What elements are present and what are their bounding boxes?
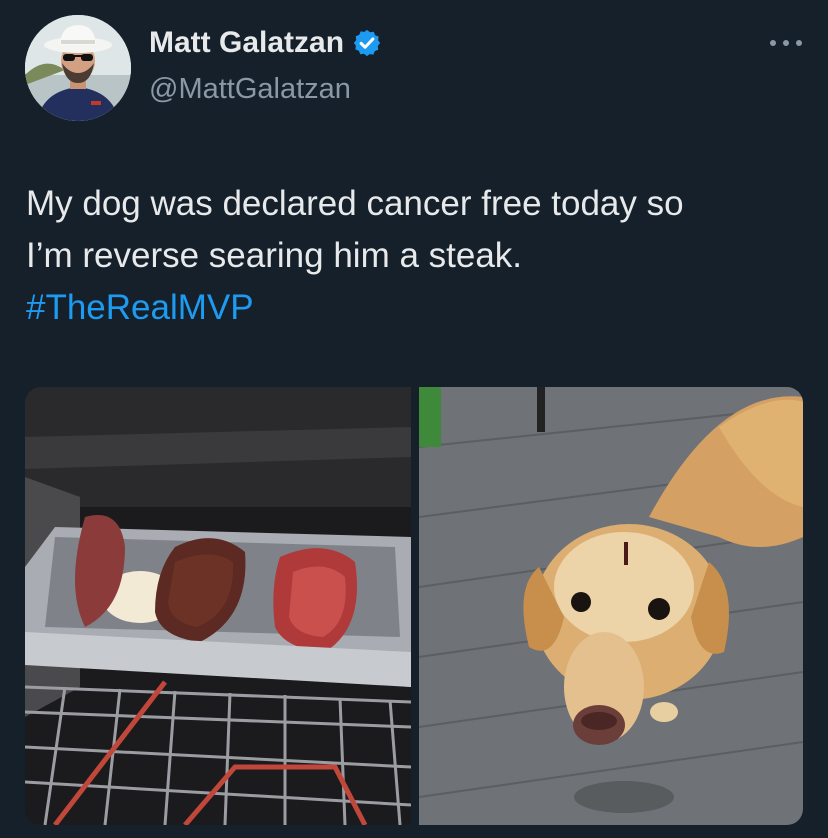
avatar-image bbox=[25, 15, 131, 121]
oven-steaks-photo[interactable] bbox=[25, 387, 411, 825]
tweet-text-line-1: My dog was declared cancer free today so bbox=[26, 184, 684, 223]
verified-badge-icon bbox=[353, 29, 381, 57]
tweet-media bbox=[25, 387, 803, 825]
more-dot bbox=[770, 40, 776, 46]
more-dot bbox=[796, 40, 802, 46]
more-options-icon[interactable] bbox=[770, 36, 802, 50]
golden-retriever-image bbox=[419, 387, 803, 825]
tweet-text: My dog was declared cancer free today so… bbox=[26, 178, 806, 334]
author-display-name[interactable]: Matt Galatzan bbox=[149, 26, 382, 60]
display-name-text: Matt Galatzan bbox=[149, 26, 345, 59]
hashtag-link[interactable]: #TheRealMVP bbox=[26, 282, 806, 334]
tweet: Matt Galatzan @MattGalatzan My dog was d… bbox=[0, 0, 828, 838]
oven-steaks-image bbox=[25, 387, 411, 825]
more-dot bbox=[783, 40, 789, 46]
author-handle[interactable]: @MattGalatzan bbox=[149, 73, 351, 106]
author-avatar[interactable] bbox=[25, 15, 131, 121]
tweet-text-line-2: I’m reverse searing him a steak. bbox=[26, 236, 523, 275]
golden-retriever-photo[interactable] bbox=[419, 387, 803, 825]
